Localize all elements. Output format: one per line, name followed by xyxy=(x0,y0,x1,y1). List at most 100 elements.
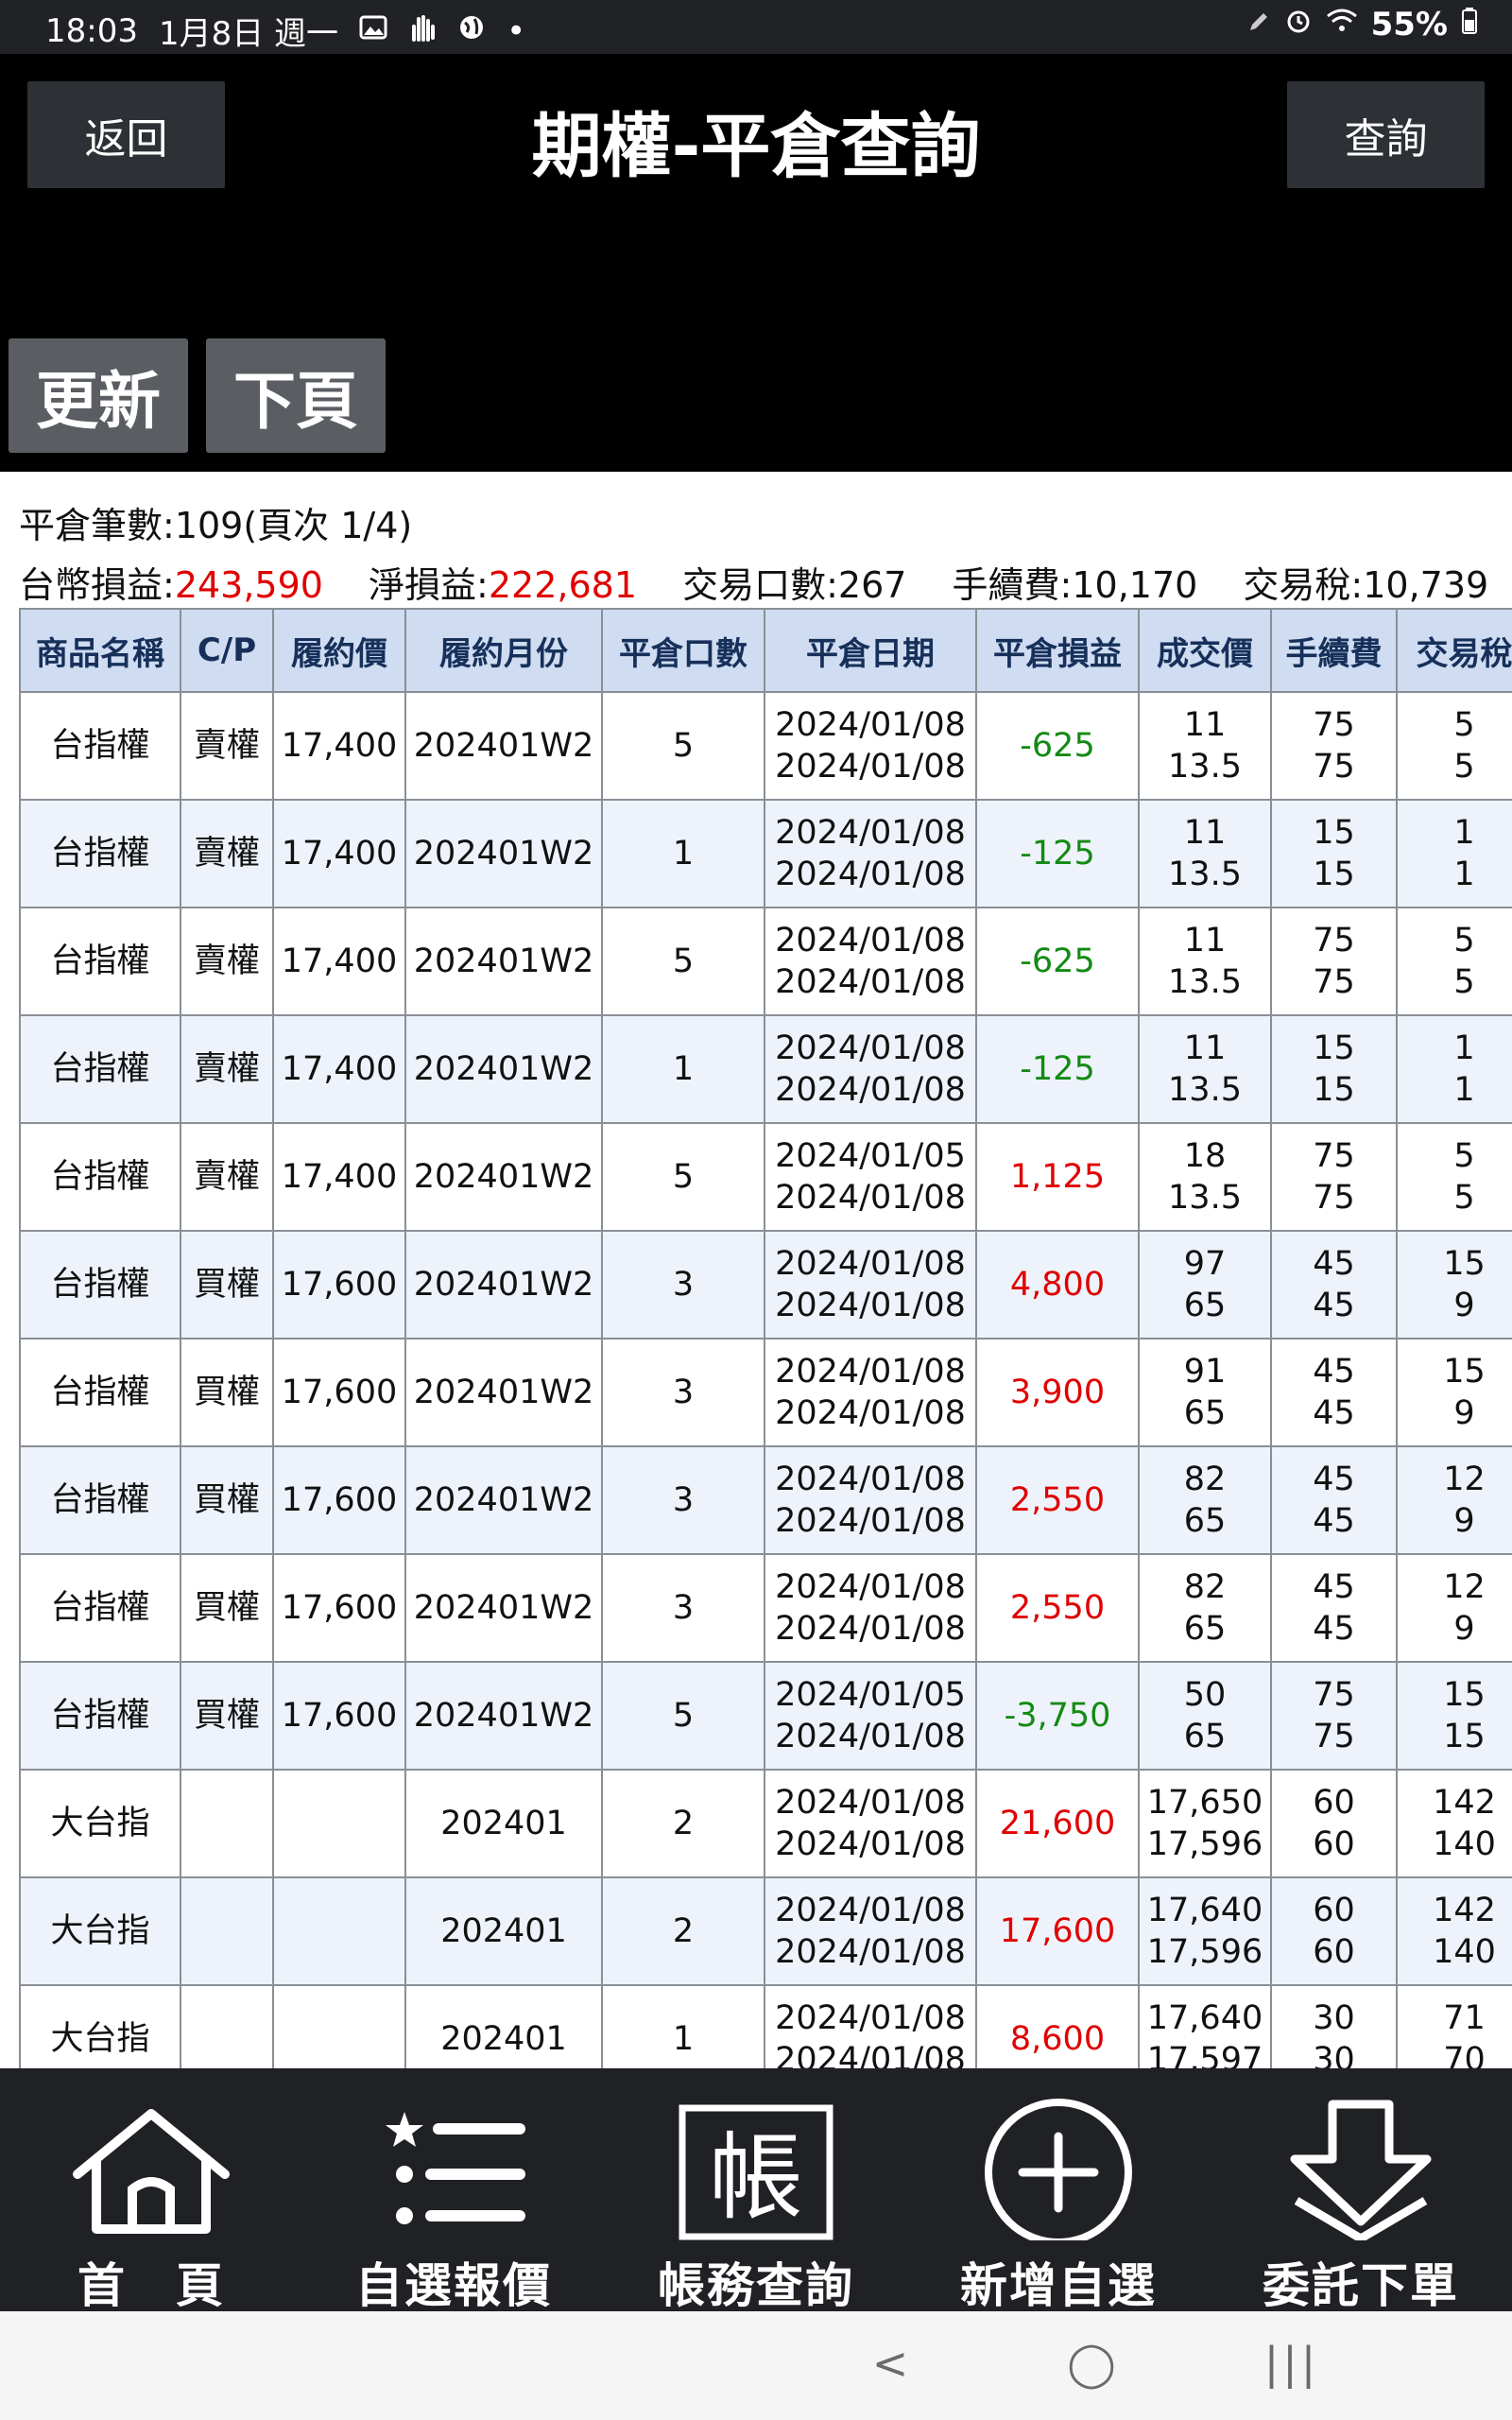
cell-strike: 17,400 xyxy=(272,1122,406,1232)
cell-tax-line-1: 5 xyxy=(1453,1137,1475,1175)
cell-month: 202401W2 xyxy=(404,1338,603,1447)
col-header-tax[interactable]: 交易稅 xyxy=(1396,608,1512,693)
table-body: 台指權 賣權 17,400 202401W2 5 2024/01/08 2024/01/08… xyxy=(19,691,1512,2068)
cell-strike: 17,400 xyxy=(272,691,406,801)
table-row[interactable]: 台指權 賣權 17,400 202401W2 5 2024/01/08 2024/01/08… xyxy=(19,907,1512,1016)
wifi-icon xyxy=(1326,8,1358,42)
nav-home[interactable]: 首 頁 xyxy=(0,2068,302,2313)
system-recents-button[interactable]: ||| xyxy=(1254,2330,1330,2396)
table-row[interactable]: 台指權 賣權 17,400 202401W2 5 2024/01/05 2024/01/08… xyxy=(19,1122,1512,1232)
cell-cp xyxy=(180,1876,274,1986)
col-header-month[interactable]: 履約月份 xyxy=(404,608,603,693)
cell-name: 台指權 xyxy=(19,691,181,801)
cell-strike: 17,600 xyxy=(272,1661,406,1771)
cell-date: 2024/01/08 2024/01/08 xyxy=(764,1230,977,1340)
cell-fee-line-1: 60 xyxy=(1313,1784,1355,1822)
cell-price: 17,650 17,596 xyxy=(1138,1769,1272,1878)
closed-positions-table-container[interactable]: 商品名稱 C/P 履約價 履約月份 平倉口數 平倉日期 平倉損益 成交價 手續費… xyxy=(19,608,1512,2068)
cell-name: 台指權 xyxy=(19,1553,181,1663)
cell-fee: 75 75 xyxy=(1270,907,1398,1016)
cell-date-line-2: 2024/01/08 xyxy=(775,1825,966,1863)
col-header-fee[interactable]: 手續費 xyxy=(1270,608,1398,693)
alarm-icon xyxy=(1284,7,1313,43)
cell-date-line-1: 2024/01/05 xyxy=(775,1137,966,1175)
battery-percent: 55% xyxy=(1370,6,1448,43)
cell-price-line-1: 11 xyxy=(1183,706,1227,744)
cell-fee-line-2: 30 xyxy=(1313,2041,1355,2068)
table-row[interactable]: 台指權 賣權 17,400 202401W2 1 2024/01/08 2024/01/08… xyxy=(19,1014,1512,1124)
cell-fee: 60 60 xyxy=(1270,1769,1398,1878)
cell-pl: 2,550 xyxy=(975,1445,1140,1555)
cell-tax: 12 9 xyxy=(1396,1445,1512,1555)
cell-lots: 2 xyxy=(601,1876,765,1986)
tax-value: 10,739 xyxy=(1363,564,1489,606)
next-page-button[interactable]: 下頁 xyxy=(206,338,386,453)
cell-tax-line-2: 9 xyxy=(1453,1394,1475,1432)
cell-tax-line-1: 1 xyxy=(1453,814,1475,852)
cell-name: 大台指 xyxy=(19,1769,181,1878)
cell-fee-line-1: 45 xyxy=(1313,1245,1355,1283)
cell-lots: 2 xyxy=(601,1769,765,1878)
col-header-name[interactable]: 商品名稱 xyxy=(19,608,181,693)
cell-price-line-1: 82 xyxy=(1183,1568,1227,1606)
nav-add-watch[interactable]: 新增自選 xyxy=(907,2068,1210,2313)
col-header-strike[interactable]: 履約價 xyxy=(272,608,406,693)
cell-cp: 買權 xyxy=(180,1661,274,1771)
table-row[interactable]: 大台指 202401 2 2024/01/08 2024/01/08 21,600 17,6… xyxy=(19,1769,1512,1878)
nav-order[interactable]: 委託下單 xyxy=(1210,2068,1512,2313)
table-row[interactable]: 台指權 買權 17,600 202401W2 3 2024/01/08 2024/01/08… xyxy=(19,1338,1512,1447)
cell-date: 2024/01/08 2024/01/08 xyxy=(764,1769,977,1878)
cell-price-line-1: 11 xyxy=(1183,1029,1227,1067)
cell-name: 台指權 xyxy=(19,907,181,1016)
cell-tax-line-1: 12 xyxy=(1443,1461,1486,1498)
col-header-price[interactable]: 成交價 xyxy=(1138,608,1272,693)
status-bar: 18:03 1月8日 週一 • 55% xyxy=(0,0,1512,54)
system-back-button[interactable]: < xyxy=(852,2330,928,2396)
cell-tax: 12 9 xyxy=(1396,1553,1512,1663)
nav-watchlist[interactable]: 自選報價 xyxy=(302,2068,605,2313)
cell-cp: 買權 xyxy=(180,1445,274,1555)
cell-lots: 3 xyxy=(601,1445,765,1555)
table-row[interactable]: 台指權 賣權 17,400 202401W2 1 2024/01/08 2024/01/08… xyxy=(19,799,1512,908)
order-down-icon xyxy=(1210,2099,1512,2243)
table-row[interactable]: 大台指 202401 2 2024/01/08 2024/01/08 17,600 17,6… xyxy=(19,1876,1512,1986)
cell-month: 202401W2 xyxy=(404,691,603,801)
nav-account[interactable]: 帳 帳務查詢 xyxy=(605,2068,907,2313)
system-nav-bar: < ◯ ||| xyxy=(0,2311,1512,2420)
cell-date: 2024/01/08 2024/01/08 xyxy=(764,1338,977,1447)
cell-pl: 8,600 xyxy=(975,1984,1140,2068)
cell-date-line-2: 2024/01/08 xyxy=(775,1502,966,1540)
cell-date-line-2: 2024/01/08 xyxy=(775,963,966,1001)
cell-lots: 3 xyxy=(601,1338,765,1447)
cell-fee: 75 75 xyxy=(1270,1122,1398,1232)
table-row[interactable]: 台指權 買權 17,600 202401W2 3 2024/01/08 2024/01/08… xyxy=(19,1230,1512,1340)
cell-price-line-1: 17,640 xyxy=(1146,1892,1263,1929)
col-header-cp[interactable]: C/P xyxy=(180,608,274,693)
system-home-button[interactable]: ◯ xyxy=(1054,2330,1129,2396)
refresh-button[interactable]: 更新 xyxy=(9,338,188,453)
table-row[interactable]: 台指權 買權 17,600 202401W2 3 2024/01/08 2024/01/08… xyxy=(19,1445,1512,1555)
cell-fee-line-1: 75 xyxy=(1313,1137,1355,1175)
cell-lots: 1 xyxy=(601,1984,765,2068)
cell-strike: 17,600 xyxy=(272,1338,406,1447)
cell-date-line-1: 2024/01/08 xyxy=(775,1999,966,2037)
col-header-date[interactable]: 平倉日期 xyxy=(764,608,977,693)
cell-strike xyxy=(272,1876,406,1986)
table-row[interactable]: 台指權 買權 17,600 202401W2 5 2024/01/05 2024/01/08… xyxy=(19,1661,1512,1771)
bottom-nav: 首 頁 自選報價 帳 帳務查詢 新增自選 委託下單 xyxy=(0,2068,1512,2313)
nav-home-label: 首 頁 xyxy=(77,2258,225,2313)
table-row[interactable]: 台指權 買權 17,600 202401W2 3 2024/01/08 2024/01/08… xyxy=(19,1553,1512,1663)
cell-fee-line-1: 45 xyxy=(1313,1353,1355,1391)
cell-price: 50 65 xyxy=(1138,1661,1272,1771)
back-button[interactable]: 返回 xyxy=(27,81,225,188)
cell-tax: 55 xyxy=(1396,907,1512,1016)
col-header-lots[interactable]: 平倉口數 xyxy=(601,608,765,693)
cell-date: 2024/01/05 2024/01/08 xyxy=(764,1661,977,1771)
query-button[interactable]: 查詢 xyxy=(1287,81,1485,188)
cell-tax-line-2: 5 xyxy=(1453,1179,1475,1217)
col-header-pl[interactable]: 平倉損益 xyxy=(975,608,1140,693)
table-row[interactable]: 台指權 賣權 17,400 202401W2 5 2024/01/08 2024/01/08… xyxy=(19,691,1512,801)
cell-price: 82 65 xyxy=(1138,1445,1272,1555)
cell-fee-line-1: 60 xyxy=(1313,1892,1355,1929)
table-row[interactable]: 大台指 202401 1 2024/01/08 2024/01/08 8,600 17,64… xyxy=(19,1984,1512,2068)
